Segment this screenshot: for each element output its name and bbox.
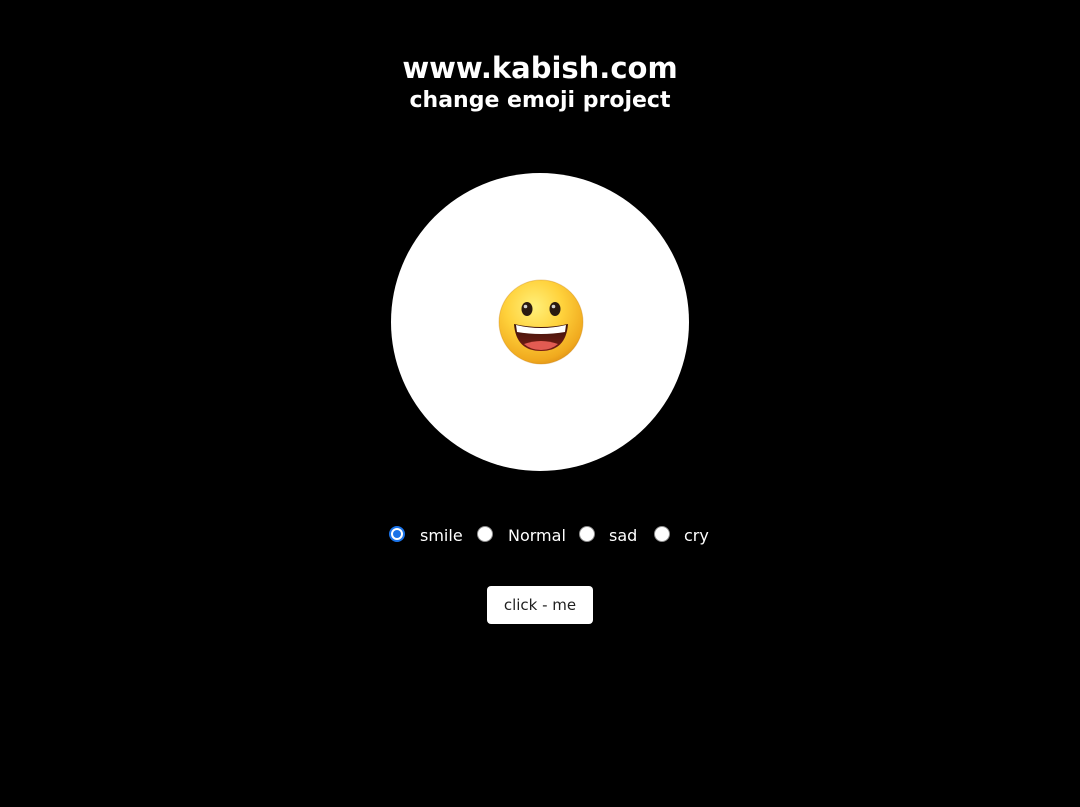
- project-subtitle: change emoji project: [409, 88, 671, 113]
- radio-label-normal[interactable]: Normal: [508, 525, 566, 547]
- page: www.kabish.com change emoji project smil…: [0, 0, 1080, 807]
- click-me-button[interactable]: click - me: [487, 586, 593, 624]
- radio-normal[interactable]: [477, 526, 493, 542]
- radio-smile[interactable]: [389, 526, 405, 542]
- radio-cry[interactable]: [654, 526, 670, 542]
- emoji-mood-options: smile Normal sad cry: [0, 522, 1080, 550]
- radio-label-smile[interactable]: smile: [420, 525, 463, 547]
- grinning-face-icon: [498, 279, 584, 365]
- site-title: www.kabish.com: [402, 51, 678, 85]
- radio-sad[interactable]: [579, 526, 595, 542]
- radio-label-sad[interactable]: sad: [609, 525, 637, 547]
- radio-label-cry[interactable]: cry: [684, 525, 709, 547]
